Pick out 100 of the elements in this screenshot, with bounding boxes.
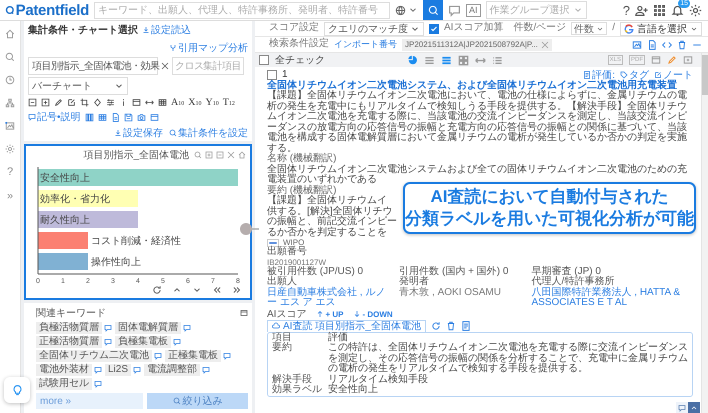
image-icon[interactable] xyxy=(5,121,15,131)
cross-arrows-icon[interactable] xyxy=(227,151,235,159)
list-view-icon[interactable] xyxy=(441,54,452,66)
load-settings-link[interactable]: 設定読込 xyxy=(142,23,191,37)
down-vote-button[interactable]: - DOWN xyxy=(353,308,393,320)
double-chevron-right-icon[interactable] xyxy=(232,285,242,295)
highlighter-icon[interactable] xyxy=(667,55,677,65)
trash-icon[interactable] xyxy=(677,40,687,50)
chart-bar[interactable] xyxy=(38,211,138,228)
search-button[interactable] xyxy=(423,0,443,20)
document-icon[interactable] xyxy=(460,320,471,330)
comment-icon[interactable] xyxy=(133,366,142,374)
window-icon[interactable] xyxy=(240,309,248,317)
bell-icon[interactable] xyxy=(671,4,684,16)
document-icon[interactable] xyxy=(647,40,657,50)
bullet-list-icon[interactable] xyxy=(492,54,503,66)
clock-icon[interactable] xyxy=(5,75,15,85)
party-link[interactable]: 八田国際特許業務法人 , HATTA & ASSOCIATES E T AL xyxy=(531,288,693,308)
keyword-tag[interactable]: 負極集電板 xyxy=(115,336,171,348)
diamond-icon[interactable] xyxy=(93,98,102,107)
filter-button[interactable]: 絞り込み xyxy=(147,393,248,409)
search-icon[interactable] xyxy=(5,52,15,62)
tips-button[interactable] xyxy=(4,377,30,403)
help-button[interactable]: ? xyxy=(6,167,14,178)
comment-icon[interactable] xyxy=(448,4,461,16)
network-icon[interactable] xyxy=(5,98,15,108)
keyword-tag[interactable]: 全固体リチウム二次電池 xyxy=(36,350,152,362)
settings-icon[interactable] xyxy=(689,4,702,16)
per-page-select[interactable]: 件数 xyxy=(571,22,608,35)
search-field[interactable]: キーワード、出願人、代理人、特許事務所、発明者、特許番号 xyxy=(94,2,390,18)
checkbox[interactable] xyxy=(428,24,439,34)
keyword-tag[interactable]: 正極集電板 xyxy=(165,350,221,362)
add-window-icon[interactable] xyxy=(683,55,693,65)
edit-icon[interactable] xyxy=(67,98,76,107)
scroll-top-button[interactable] xyxy=(688,402,700,413)
chart-type-select[interactable]: バーチャート xyxy=(28,77,128,95)
keyword-tag[interactable]: Li2S xyxy=(105,364,132,376)
code-icon[interactable] xyxy=(662,40,672,50)
chart-bar[interactable] xyxy=(38,169,238,186)
home-icon[interactable] xyxy=(238,151,246,159)
table-icon[interactable] xyxy=(158,98,167,107)
calendar-icon[interactable] xyxy=(651,55,661,65)
expand-button[interactable]: » xyxy=(6,191,14,202)
keyword-tag[interactable]: 試験用セル xyxy=(36,378,92,390)
image-icon[interactable] xyxy=(632,40,642,50)
crop-icon[interactable] xyxy=(80,98,89,107)
ai-button[interactable]: AI xyxy=(466,4,481,16)
grid-view-icon[interactable] xyxy=(458,54,469,66)
keyword-tag[interactable]: 固体電解質層 xyxy=(115,322,181,334)
document-icon[interactable] xyxy=(110,112,120,122)
pie-chart-icon[interactable] xyxy=(407,54,418,66)
refresh-icon[interactable] xyxy=(152,285,162,295)
scrollbar[interactable] xyxy=(701,53,708,413)
comment-icon[interactable] xyxy=(202,366,210,374)
refresh-icon[interactable] xyxy=(430,320,441,330)
ai-review-tab[interactable]: AI査読 項目別指示_全固体電池 xyxy=(267,320,426,332)
cross-aggregation-field[interactable]: クロス集計項目 xyxy=(172,57,244,75)
logo-text[interactable]: Patentfield xyxy=(16,2,89,18)
aggregation-field[interactable]: 項目別指示_全固体電池・効果 xyxy=(28,57,158,75)
import-number-chip[interactable]: JP2021511312A|JP2021508792A|P... xyxy=(402,38,552,50)
set-condition-link[interactable]: 集計条件を設定 xyxy=(169,126,248,140)
chart-bar[interactable] xyxy=(38,190,138,207)
up-vote-button[interactable]: + UP xyxy=(316,308,344,320)
table-icon[interactable] xyxy=(98,112,107,122)
citation-map-link[interactable]: 引用マップ分析 xyxy=(169,41,248,55)
result-title[interactable]: 全固体リチウムイオン二次電池システム、および全固体リチウムイオン二次電池用充電装置 xyxy=(267,80,693,91)
save-settings-link[interactable]: 設定保存 xyxy=(114,126,163,140)
checkbox[interactable] xyxy=(267,70,277,80)
window-icon[interactable] xyxy=(150,112,159,122)
close-icon[interactable] xyxy=(161,62,169,70)
checkbox[interactable] xyxy=(259,55,269,65)
chat-button[interactable] xyxy=(676,402,688,413)
keyword-tag[interactable]: 電池外装材 xyxy=(36,364,92,376)
comment-icon[interactable] xyxy=(154,352,162,360)
minus-box-icon[interactable] xyxy=(28,98,37,107)
pencil-icon[interactable] xyxy=(54,98,63,107)
columns-icon[interactable] xyxy=(84,112,94,122)
camera-icon[interactable] xyxy=(136,112,146,122)
home-icon[interactable] xyxy=(5,29,15,39)
double-arrow-icon[interactable] xyxy=(145,98,154,107)
keyword-tag[interactable]: 電流調整部 xyxy=(144,364,200,376)
double-chevron-left-icon[interactable] xyxy=(212,285,222,295)
zoom-icon[interactable] xyxy=(194,151,202,159)
more-button[interactable]: more » xyxy=(36,393,143,409)
help-button[interactable]: ? xyxy=(622,2,630,18)
trash-icon[interactable] xyxy=(446,320,456,330)
apps-grid-icon[interactable] xyxy=(653,4,666,16)
globe-dropdown[interactable] xyxy=(395,4,418,16)
keyword-tag[interactable]: 負極活物質層 xyxy=(36,322,102,334)
sliders-icon[interactable] xyxy=(106,98,115,107)
window-icon[interactable] xyxy=(132,98,141,107)
keyword-tag[interactable]: 正極活物質層 xyxy=(36,336,102,348)
legend-link[interactable]: 記号•説明 xyxy=(28,110,81,124)
list-view-icon[interactable] xyxy=(424,54,435,66)
comment-icon[interactable] xyxy=(223,352,231,360)
score-select[interactable]: クエリのマッチ度 xyxy=(324,22,424,36)
add-user-icon[interactable] xyxy=(635,4,648,16)
party-link[interactable]: 日産自動車株式会社 , ルノー エス ア エス xyxy=(267,288,392,308)
save-icon[interactable] xyxy=(124,112,133,122)
plus-box-icon[interactable] xyxy=(41,98,50,107)
